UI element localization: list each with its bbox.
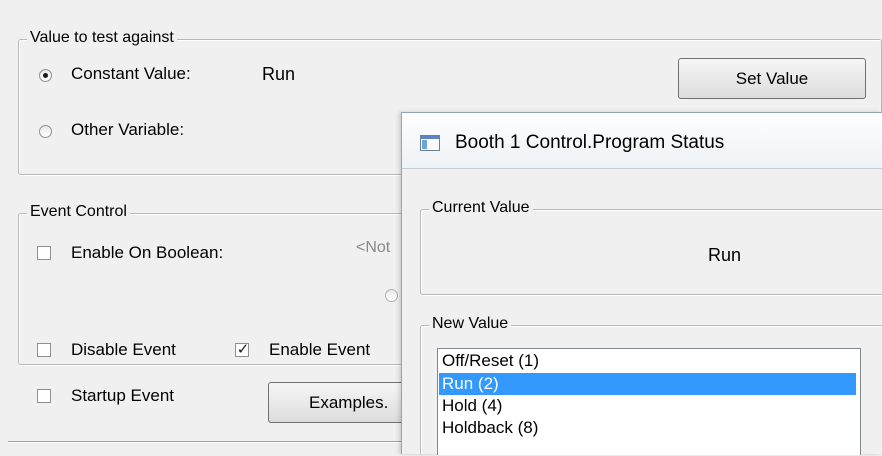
list-item[interactable]: Hold (4) xyxy=(439,395,856,417)
event-mode-radio[interactable] xyxy=(385,289,398,302)
enable-on-boolean-checkbox[interactable] xyxy=(37,246,51,260)
radio-selected-dot xyxy=(43,73,48,78)
constant-value-radio[interactable] xyxy=(39,69,52,82)
disable-event-label[interactable]: Disable Event xyxy=(71,340,176,360)
value-to-test-legend: Value to test against xyxy=(27,29,177,47)
disable-event-checkbox[interactable] xyxy=(37,343,51,357)
current-value-group: Current Value xyxy=(420,199,882,295)
window-app-icon xyxy=(420,135,440,151)
check-mark-icon: ✓ xyxy=(236,341,250,358)
event-control-legend: Event Control xyxy=(27,203,130,221)
enable-event-label[interactable]: Enable Event xyxy=(269,340,370,360)
dialog-title: Booth 1 Control.Program Status xyxy=(455,132,725,153)
enable-on-boolean-label[interactable]: Enable On Boolean: xyxy=(71,243,223,263)
new-value-legend: New Value xyxy=(429,315,512,333)
new-value-listbox[interactable]: Off/Reset (1) Run (2) Hold (4) Holdback … xyxy=(437,348,861,455)
startup-event-label[interactable]: Startup Event xyxy=(71,386,174,406)
list-item-selected[interactable]: Run (2) xyxy=(439,373,856,395)
current-value-text: Run xyxy=(708,245,742,265)
constant-value-text: Run xyxy=(262,64,296,84)
constant-value-label[interactable]: Constant Value: xyxy=(71,64,191,84)
current-value-legend: Current Value xyxy=(429,199,533,217)
app-icon-titlebar xyxy=(421,136,439,139)
dialog-title-bar[interactable]: Booth 1 Control.Program Status xyxy=(402,113,882,169)
examples-button[interactable]: Examples. xyxy=(268,382,418,423)
set-value-button[interactable]: Set Value xyxy=(678,58,866,99)
enable-event-checkbox[interactable]: ✓ xyxy=(235,341,250,358)
other-variable-radio[interactable] xyxy=(39,125,52,138)
startup-event-checkbox[interactable] xyxy=(37,389,51,403)
list-item[interactable]: Off/Reset (1) xyxy=(439,350,856,372)
other-variable-label[interactable]: Other Variable: xyxy=(71,120,184,140)
app-icon-panel xyxy=(422,140,427,149)
bottom-separator-highlight xyxy=(8,442,408,443)
list-item[interactable]: Holdback (8) xyxy=(439,417,856,439)
program-status-dialog: Booth 1 Control.Program Status Current V… xyxy=(401,112,882,456)
not-assigned-text: <Not xyxy=(356,239,391,256)
